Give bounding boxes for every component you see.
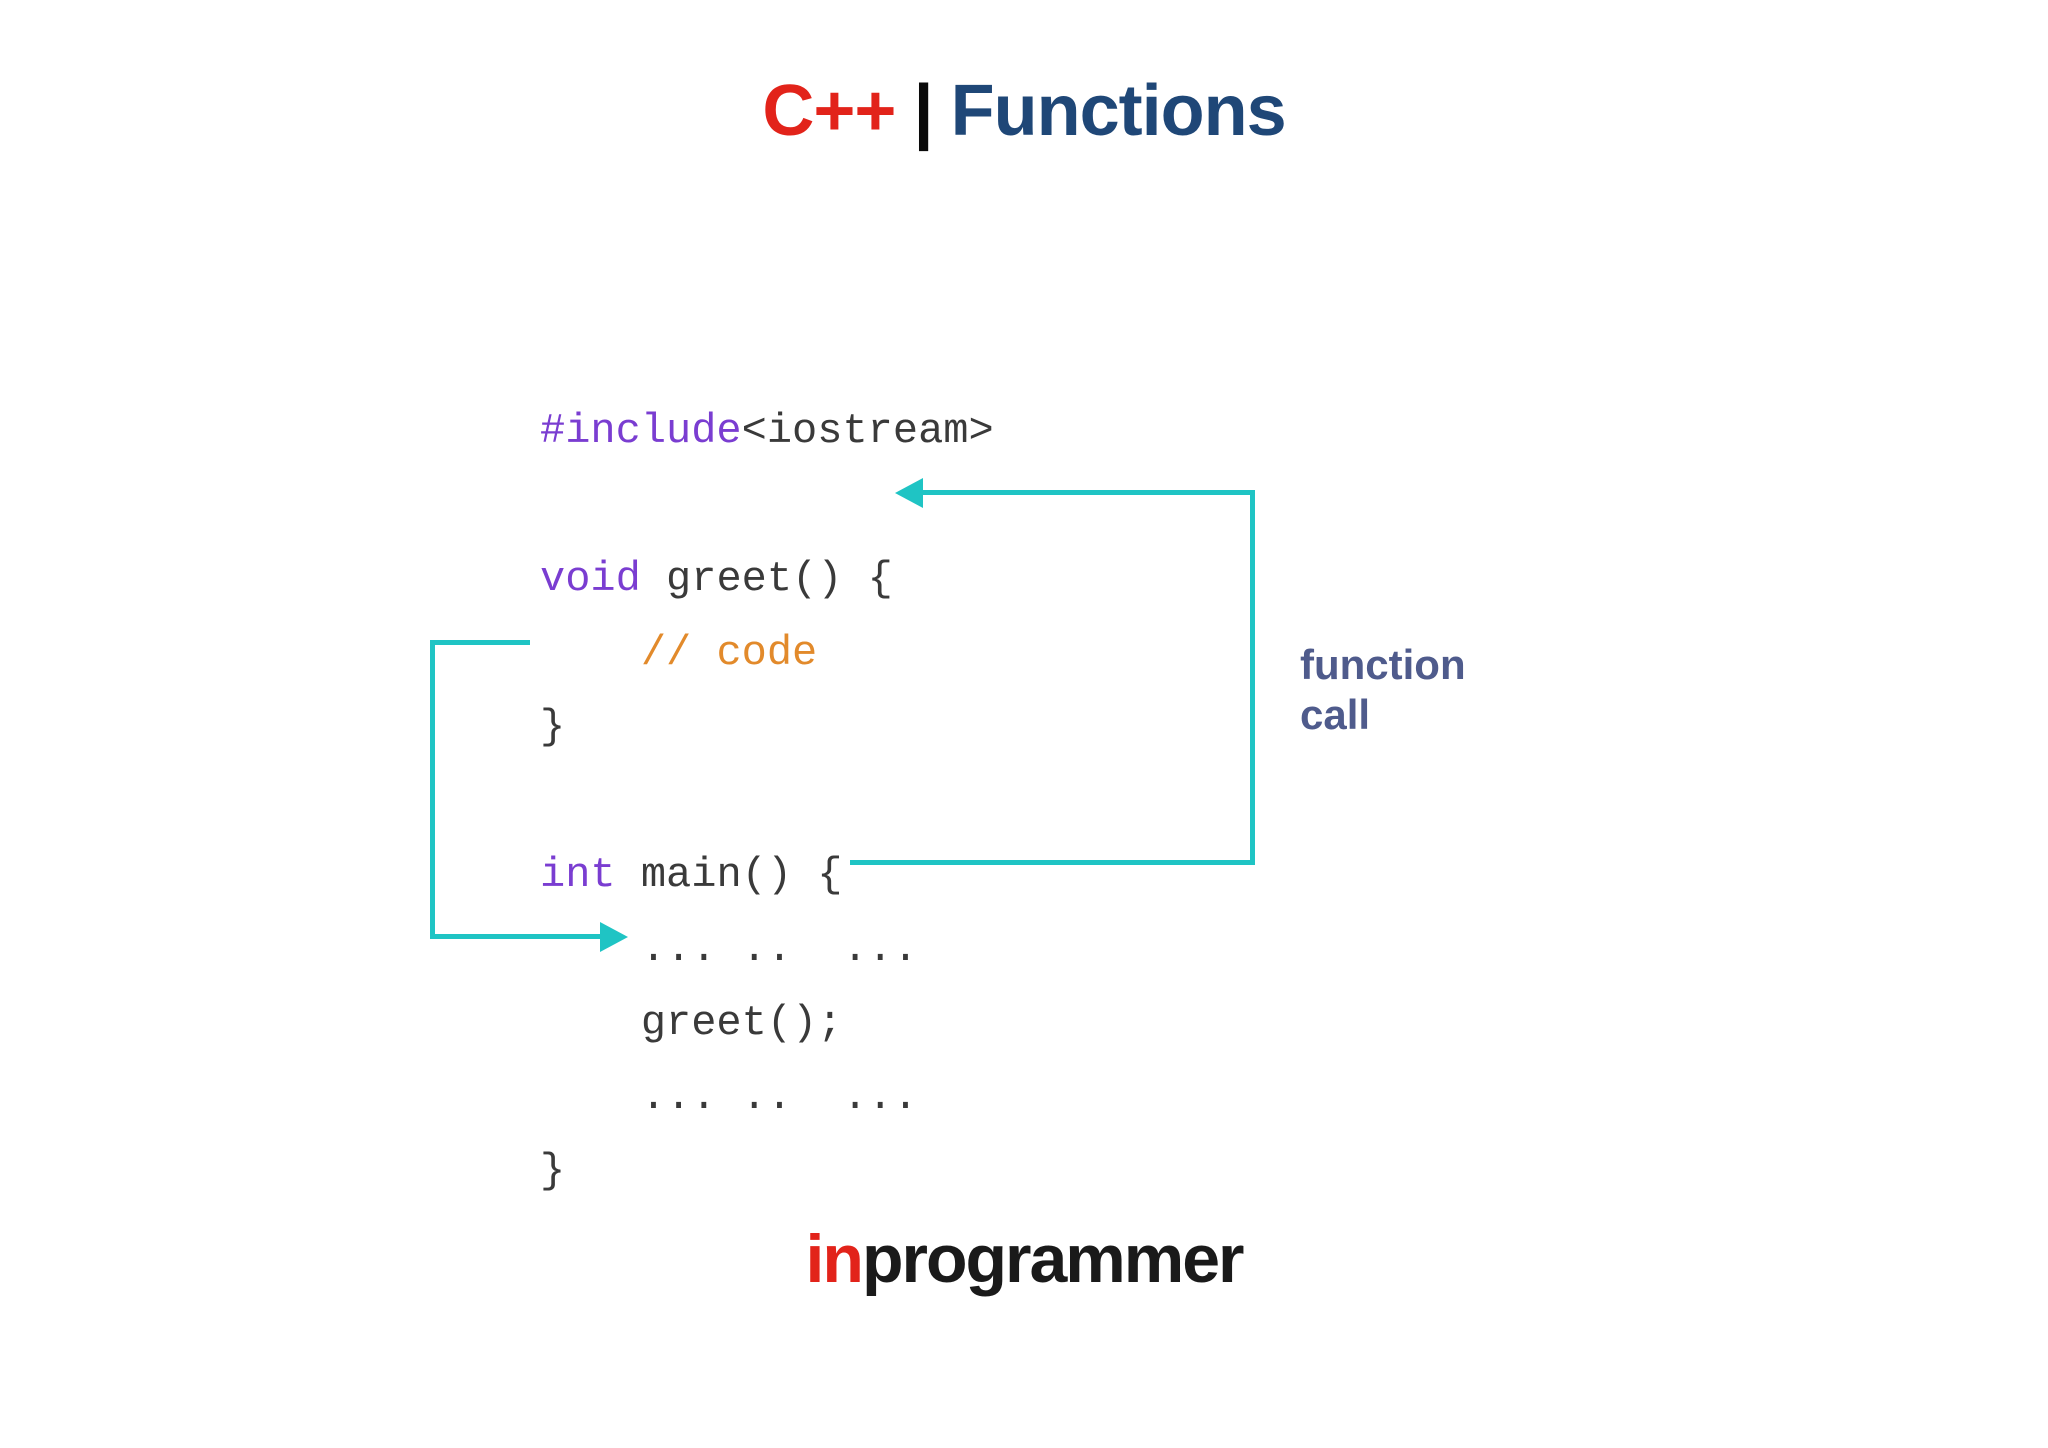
code-include-kw: #include bbox=[540, 407, 742, 455]
title-topic: Functions bbox=[951, 71, 1286, 151]
code-dots-1: ... .. ... bbox=[540, 925, 918, 973]
arrow-return-left-head-icon bbox=[600, 922, 628, 952]
annotation-line2: call bbox=[1300, 691, 1370, 738]
code-close-brace-2: } bbox=[540, 1147, 565, 1195]
footer-logo: inprogrammer bbox=[0, 1220, 2048, 1298]
code-int-kw: int bbox=[540, 851, 616, 899]
arrow-return-left-h2 bbox=[430, 934, 605, 939]
title-lang: C++ bbox=[762, 71, 895, 151]
arrow-call-right-head-icon bbox=[895, 478, 923, 508]
code-dots-2: ... .. ... bbox=[540, 1073, 918, 1121]
arrow-call-right-v bbox=[1250, 490, 1255, 865]
code-close-brace-1: } bbox=[540, 703, 565, 751]
title-separator: | bbox=[913, 71, 932, 151]
page-title: C++|Functions bbox=[0, 70, 2048, 152]
code-block: #include<iostream> void greet() { // cod… bbox=[540, 320, 994, 1208]
code-greet-call: greet(); bbox=[540, 999, 842, 1047]
arrow-call-right-h1 bbox=[850, 860, 1255, 865]
annotation-function-call: function call bbox=[1300, 640, 1466, 740]
arrow-return-left-v bbox=[430, 640, 435, 938]
arrow-call-right-h2 bbox=[920, 490, 1255, 495]
code-include-header: <iostream> bbox=[742, 407, 994, 455]
code-main-decl: main() { bbox=[616, 851, 843, 899]
footer-prefix: in bbox=[806, 1221, 862, 1297]
footer-rest: programmer bbox=[862, 1221, 1243, 1297]
code-comment: // code bbox=[641, 629, 817, 677]
code-indent bbox=[540, 629, 641, 677]
annotation-line1: function bbox=[1300, 641, 1466, 688]
code-void-kw: void bbox=[540, 555, 641, 603]
arrow-return-left-h1 bbox=[430, 640, 530, 645]
code-greet-decl: greet() { bbox=[641, 555, 893, 603]
